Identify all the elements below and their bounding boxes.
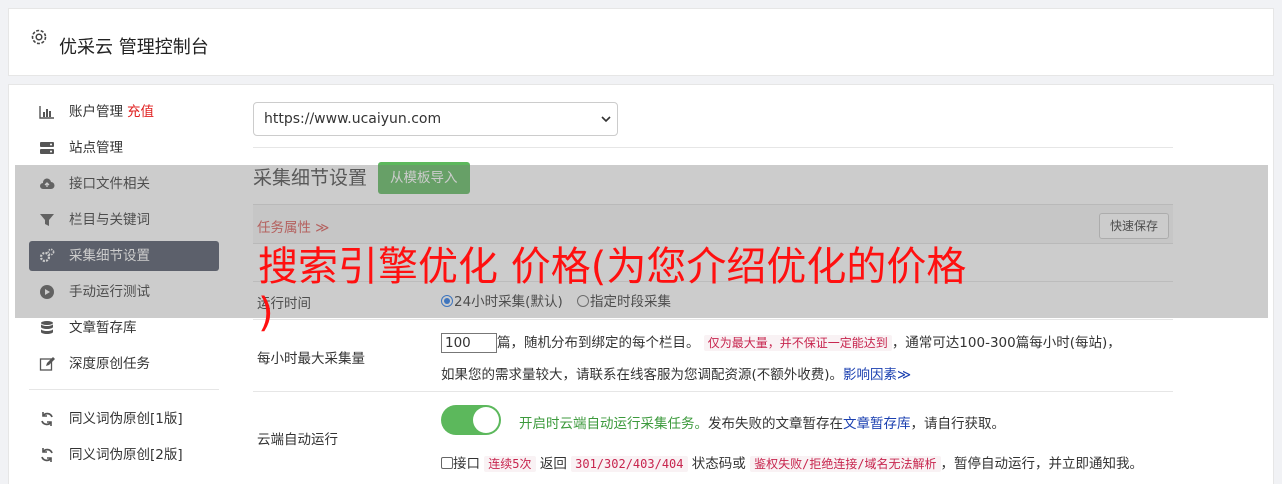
chevron-down-icon [601, 116, 611, 123]
sidebar-divider [29, 389, 219, 390]
overlay-line2: ) [258, 290, 274, 336]
influence-factors-link[interactable]: 影响因素≫ [843, 367, 911, 383]
pause-code: 鉴权失败/拒绝连接/域名无法解析 [750, 456, 941, 472]
cloud-auto-desc: 开启时云端自动运行采集任务。发布失败的文章暂存在文章暂存库，请自行获取。 [519, 412, 1005, 432]
sidebar-item-label: 站点管理 [69, 140, 123, 156]
row-label: 云端自动运行 [257, 432, 338, 448]
max-text: 如果您的需求量较大，请联系在线客服为您调配资源(不额外收费)。 [441, 367, 844, 383]
row-label: 每小时最大采集量 [257, 351, 365, 367]
sidebar-item-label: 深度原创任务 [69, 356, 150, 372]
sidebar-item-label: 同义词伪原创[1版] [69, 411, 183, 427]
max-per-hour-input[interactable]: 100 [441, 333, 497, 353]
sidebar-item-label: 文章暂存库 [69, 320, 137, 336]
gear-icon [31, 29, 47, 45]
site-select[interactable]: https://www.ucaiyun.com [253, 102, 618, 136]
site-select-value: https://www.ucaiyun.com [264, 111, 442, 127]
bar-chart-icon [39, 106, 54, 119]
sidebar-item-deep-original[interactable]: 深度原创任务 [29, 349, 219, 379]
divider [253, 147, 1173, 148]
pause-text: 接口 [453, 456, 480, 472]
cloud-desc-green: 开启时云端自动运行采集任务。 [519, 416, 708, 432]
edit-icon [39, 357, 55, 371]
header-panel: 优采云 管理控制台 [8, 8, 1274, 76]
sidebar-item-label: 账户管理 [69, 104, 123, 120]
database-icon [41, 321, 53, 334]
pause-checkbox[interactable] [441, 457, 453, 469]
cloud-desc: ，请自行获取。 [910, 416, 1006, 432]
pause-text: 返回 [539, 456, 567, 472]
article-store-link[interactable]: 文章暂存库 [843, 416, 911, 432]
cloud-auto-pause-line: 接口 连续5次 返回 301/302/403/404 状态码或 鉴权失败/拒绝连… [441, 452, 1143, 472]
pause-code: 301/302/403/404 [571, 456, 688, 472]
refresh-icon [41, 448, 53, 462]
sidebar-item-synonym-v1[interactable]: 同义词伪原创[1版] [29, 404, 219, 434]
recharge-link[interactable]: 充值 [127, 104, 154, 120]
sidebar-item-site[interactable]: 站点管理 [29, 133, 219, 163]
refresh-icon [41, 412, 53, 426]
cloud-desc: 发布失败的文章暂存在 [708, 416, 843, 432]
overlay-line1: 搜索引擎优化 价格(为您介绍优化的价格 [258, 244, 967, 290]
max-text: 篇，随机分布到绑定的每个栏目。 [497, 335, 700, 351]
settings-row-cloud-auto: 云端自动运行 开启时云端自动运行采集任务。发布失败的文章暂存在文章暂存库，请自行… [253, 392, 1173, 482]
max-text: ，通常可达100-300篇每小时(每站)， [891, 335, 1121, 351]
sidebar-item-account[interactable]: 账户管理 充值 [29, 97, 219, 127]
sidebar-item-synonym-v2[interactable]: 同义词伪原创[2版] [29, 440, 219, 470]
pause-text: ，暂停自动运行，并立即通知我。 [940, 456, 1144, 472]
sidebar-item-label: 同义词伪原创[2版] [69, 447, 183, 463]
max-per-hour-line2: 如果您的需求量较大，请联系在线客服为您调配资源(不额外收费)。影响因素≫ [441, 363, 911, 383]
pause-code: 连续5次 [484, 456, 536, 472]
pause-text: 状态码或 [691, 456, 746, 472]
cloud-auto-toggle[interactable] [441, 405, 501, 435]
overlay-title: 搜索引擎优化 价格(为您介绍优化的价格 ) [258, 244, 1048, 336]
max-note: 仅为最大量，并不保证一定能达到 [703, 335, 892, 351]
page-title: 优采云 管理控制台 [59, 37, 209, 58]
server-icon [40, 142, 54, 154]
